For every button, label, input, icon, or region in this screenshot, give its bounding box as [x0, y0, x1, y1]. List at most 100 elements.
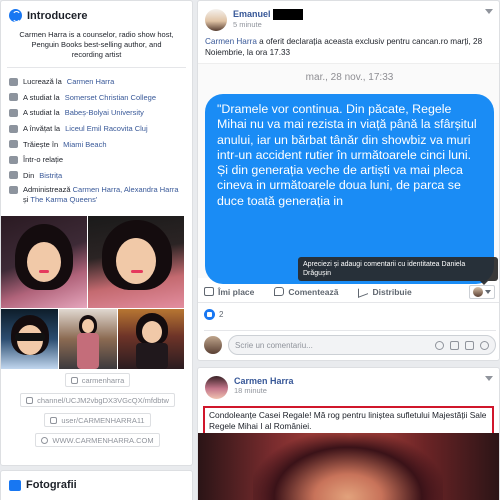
- post-options-icon[interactable]: [485, 9, 493, 14]
- fact-label: Într-o relație: [23, 155, 64, 165]
- link-text: channel/UCJM2vbgDX3VGcQX/mfdbtw: [37, 395, 169, 405]
- author-name[interactable]: Emanuel: [233, 9, 271, 19]
- comment-icon: [274, 287, 285, 296]
- youtube-channel-link[interactable]: channel/UCJM2vbgDX3VGcQX/mfdbtw: [20, 393, 175, 407]
- post-meta: Emanuel 5 minute: [233, 9, 303, 31]
- message-bubble: "Dramele vor continua. Din păcate, Regel…: [205, 94, 494, 284]
- sticker-icon[interactable]: [480, 340, 489, 350]
- like-count: 2: [219, 310, 224, 319]
- post-header: Carmen Harra 18 minute: [198, 368, 499, 399]
- instagram-link[interactable]: carmenharra: [64, 373, 131, 387]
- photos-title[interactable]: Fotografii: [26, 479, 77, 491]
- graduation-cap-icon: [9, 124, 18, 133]
- globe-icon: [9, 9, 22, 22]
- comment-placeholder: Scrie un comentariu...: [235, 340, 313, 350]
- photo-thumbnail[interactable]: [1, 309, 58, 370]
- photo-thumbnail[interactable]: [118, 309, 184, 370]
- fact-lives: Trăiește în Miami Beach: [9, 136, 184, 152]
- post-time[interactable]: 5 minute: [233, 20, 303, 29]
- photo-thumbnail[interactable]: [59, 309, 117, 370]
- fact-work: Lucrează la Carmen Harra: [9, 74, 184, 90]
- website-link[interactable]: WWW.CARMENHARRA.COM: [35, 433, 160, 447]
- highlighted-post-text: Condoleanțe Casei Regale! Mă rog pentru …: [203, 406, 494, 436]
- fact-admin: Administrează Carmen Harra, Alexandra Ha…: [9, 183, 184, 207]
- identity-tooltip: Apreciezi și adaugi comentarii cu identi…: [298, 257, 498, 285]
- fact-link[interactable]: Babeș-Bolyai University: [65, 108, 144, 117]
- comment-input[interactable]: Scrie un comentariu...: [228, 335, 496, 355]
- youtube-icon: [26, 396, 34, 404]
- fact-admin-text: Administrează Carmen Harra, Alexandra Ha…: [23, 185, 184, 205]
- message-screenshot[interactable]: mar., 28 nov., 17:33 "Dramele vor contin…: [198, 63, 499, 284]
- share-icon: [358, 285, 369, 298]
- admin-link-2[interactable]: The Karma Queens': [30, 195, 97, 204]
- fact-relationship: Într-o relație: [9, 152, 184, 168]
- post-text: Carmen Harra a oferit declarația aceasta…: [198, 31, 499, 58]
- graduation-cap-icon: [9, 108, 18, 117]
- intro-facts: Lucrează la Carmen Harra A studiat la So…: [1, 68, 192, 207]
- post-actions: Îmi place Comentează Distribuie: [198, 281, 499, 303]
- youtube-user-link[interactable]: user/CARMENHARRA11: [44, 413, 151, 427]
- graduation-cap-icon: [9, 93, 18, 102]
- comment-composer: Scrie un comentariu...: [204, 330, 496, 355]
- fact-link[interactable]: Liceul Emil Racovita Cluj: [65, 124, 148, 133]
- share-button[interactable]: Distribuie: [358, 285, 412, 298]
- fact-link[interactable]: Carmen Harra: [67, 77, 115, 86]
- photo-thumbnail[interactable]: [1, 216, 87, 309]
- home-icon: [9, 140, 18, 149]
- briefcase-icon: [9, 77, 18, 86]
- post-emanuel: Emanuel 5 minute Carmen Harra a oferit d…: [197, 0, 500, 361]
- intro-card: Introducere Carmen Harra is a counselor,…: [0, 0, 193, 466]
- redaction-bar: [272, 9, 303, 21]
- fact-study: A studiat la Somerset Christian College: [9, 90, 184, 106]
- photo-thumbnail[interactable]: [88, 216, 184, 309]
- photo-icon: [9, 479, 21, 491]
- like-summary[interactable]: 2: [204, 309, 223, 320]
- youtube-icon: [50, 416, 58, 424]
- fact-label: Din: [23, 170, 35, 180]
- post-carmen-harra: Carmen Harra 18 minute Condoleanțe Casei…: [197, 367, 500, 500]
- admin-link-1[interactable]: Carmen Harra, Alexandra Harra: [73, 185, 179, 194]
- comment-button[interactable]: Comentează: [274, 287, 338, 297]
- post-image[interactable]: [198, 433, 499, 500]
- fact-school: A învățat la Liceul Emil Racovita Cluj: [9, 121, 184, 137]
- camera-icon[interactable]: [450, 340, 459, 350]
- emoji-icon[interactable]: [435, 340, 444, 350]
- instagram-icon: [70, 376, 78, 384]
- avatar: [204, 336, 222, 354]
- fact-label: A studiat la: [23, 108, 60, 118]
- fact-label: A învățat la: [23, 124, 61, 134]
- avatar[interactable]: [205, 9, 227, 31]
- post-options-icon[interactable]: [485, 376, 493, 381]
- bio-text: Carmen Harra is a counselor, radio show …: [7, 26, 186, 68]
- fact-study: A studiat la Babeș-Bolyai University: [9, 105, 184, 121]
- fact-link[interactable]: Somerset Christian College: [65, 93, 156, 102]
- heart-icon: [9, 155, 18, 164]
- link-text: WWW.CARMENHARRA.COM: [52, 435, 154, 445]
- comment-label: Comentează: [288, 286, 339, 297]
- globe-icon: [41, 436, 49, 444]
- mention-link[interactable]: Carmen Harra: [205, 37, 257, 46]
- gif-icon[interactable]: [465, 340, 474, 350]
- post-time[interactable]: 18 minute: [234, 386, 294, 395]
- fact-link[interactable]: Bistrița: [39, 171, 62, 180]
- fact-link[interactable]: Miami Beach: [63, 140, 106, 149]
- flag-icon: [9, 186, 18, 195]
- avatar[interactable]: [205, 376, 228, 399]
- link-text: carmenharra: [81, 375, 125, 385]
- like-label: Îmi place: [218, 286, 255, 297]
- intro-links: carmenharra channel/UCJM2vbgDX3VGcQX/mfd…: [1, 373, 192, 453]
- fact-from: Din Bistrița: [9, 168, 184, 184]
- fact-label: Trăiește în: [23, 139, 59, 149]
- like-button[interactable]: Îmi place: [204, 287, 254, 297]
- intro-header: Introducere: [1, 1, 192, 26]
- author-name[interactable]: Carmen Harra: [234, 376, 294, 386]
- share-label: Distribuie: [372, 286, 412, 297]
- identity-selector[interactable]: [469, 284, 495, 299]
- location-pin-icon: [9, 171, 18, 180]
- fact-label: Lucrează la: [23, 77, 62, 87]
- photos-card: Fotografii: [0, 470, 193, 500]
- admin-label: Administrează: [23, 185, 73, 195]
- post-header: Emanuel 5 minute: [198, 1, 499, 31]
- message-timestamp: mar., 28 nov., 17:33: [305, 72, 394, 83]
- post-meta: Carmen Harra 18 minute: [234, 376, 294, 399]
